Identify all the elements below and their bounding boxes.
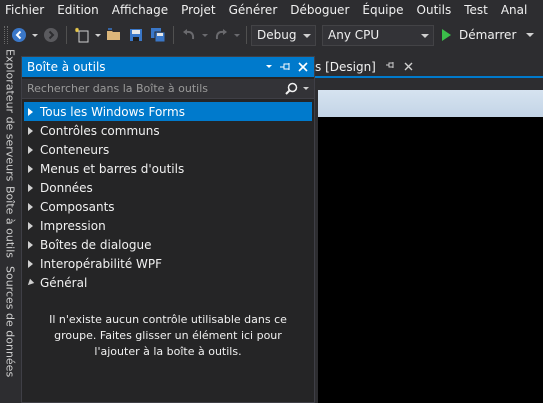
form-title-bar[interactable] (318, 90, 543, 117)
toolbox-category[interactable]: Conteneurs (22, 140, 314, 159)
expand-arrow-icon[interactable] (28, 240, 33, 249)
toolbox-category[interactable]: Général (22, 273, 314, 292)
menu-bar: Fichier Edition Affichage Projet Générer… (0, 0, 543, 21)
category-label: Interopérabilité WPF (40, 256, 163, 271)
category-label: Menus et barres d'outils (40, 161, 185, 176)
search-icon[interactable] (285, 82, 298, 98)
side-tab-data-sources[interactable]: Sources de données (0, 266, 20, 378)
category-label: Boîtes de dialogue (40, 237, 152, 252)
collapse-arrow-icon[interactable] (25, 278, 35, 287)
new-project-icon[interactable] (72, 25, 92, 45)
expand-arrow-icon[interactable] (28, 164, 33, 173)
toolbox-category[interactable]: Données (22, 178, 314, 197)
category-label: Général (40, 275, 88, 290)
toolbox-title: Boîte à outils (27, 60, 106, 74)
side-tab-toolbox[interactable]: Boîte à outils (0, 183, 20, 261)
toolbox-title-bar[interactable]: Boîte à outils (22, 57, 314, 77)
form-designer-surface[interactable] (318, 117, 543, 403)
close-icon[interactable] (296, 60, 310, 74)
document-area: s [Design] (315, 49, 543, 403)
window-position-icon[interactable] (262, 60, 276, 74)
toolbar-separator (66, 26, 67, 44)
toolbox-category-list: Tous les Windows Forms Contrôles communs… (22, 102, 314, 360)
save-all-icon[interactable] (148, 25, 168, 45)
menu-analyser[interactable]: Anal (496, 0, 536, 21)
toolbox-panel: Boîte à outils Tous les Windows Forms Co… (21, 56, 315, 403)
menu-outils[interactable]: Outils (412, 0, 460, 21)
start-label: Démarrer (459, 28, 517, 42)
close-icon[interactable] (404, 60, 413, 74)
document-tab-label: s [Design] (315, 59, 376, 74)
toolbox-category[interactable]: Interopérabilité WPF (22, 254, 314, 273)
save-icon[interactable] (126, 25, 146, 45)
menu-test[interactable]: Test (459, 0, 496, 21)
forward-icon[interactable] (41, 25, 61, 45)
menu-generer[interactable]: Générer (224, 0, 286, 21)
pin-icon[interactable] (385, 61, 396, 72)
back-icon[interactable] (9, 25, 29, 45)
platform-select[interactable]: Any CPU (322, 24, 434, 46)
platform-value: Any CPU (328, 28, 380, 42)
category-label: Tous les Windows Forms (40, 104, 185, 119)
toolbox-category[interactable]: Menus et barres d'outils (22, 159, 314, 178)
open-folder-icon[interactable] (104, 25, 124, 45)
toolbox-search-input[interactable] (27, 82, 277, 95)
chevron-down-icon (421, 33, 429, 38)
document-tab-accent (315, 76, 543, 78)
toolbox-category[interactable]: Composants (22, 197, 314, 216)
search-options-dropdown-icon[interactable] (303, 87, 309, 90)
side-tab-server-explorer[interactable]: Explorateur de serveurs (0, 49, 20, 181)
expand-arrow-icon[interactable] (28, 107, 33, 116)
chevron-down-icon (303, 33, 311, 38)
category-label: Impression (40, 218, 106, 233)
toolbox-search (22, 79, 314, 99)
menu-projet[interactable]: Projet (176, 0, 223, 21)
redo-dropdown-icon[interactable] (233, 25, 241, 45)
category-label: Conteneurs (40, 142, 110, 157)
menu-equipe[interactable]: Équipe (357, 0, 411, 21)
expand-arrow-icon[interactable] (28, 259, 33, 268)
toolbox-category[interactable]: Boîtes de dialogue (22, 235, 314, 254)
expand-arrow-icon[interactable] (28, 202, 33, 211)
side-tab-label: Boîte à outils (3, 185, 17, 258)
chevron-down-icon[interactable] (526, 33, 535, 37)
empty-group-message: Il n'existe aucun contrôle utilisable da… (49, 313, 287, 358)
category-label: Données (40, 180, 93, 195)
start-icon (442, 29, 451, 41)
category-label: Composants (40, 199, 115, 214)
toolbox-category[interactable]: Impression (22, 216, 314, 235)
category-label: Contrôles communs (40, 123, 160, 138)
pin-icon[interactable] (279, 60, 293, 74)
back-dropdown-icon[interactable] (31, 25, 39, 45)
toolbar-separator (173, 26, 174, 44)
toolbar-grip[interactable] (4, 26, 8, 44)
expand-arrow-icon[interactable] (28, 221, 33, 230)
undo-dropdown-icon[interactable] (201, 25, 209, 45)
toolbox-category[interactable]: Contrôles communs (22, 121, 314, 140)
menu-deboguer[interactable]: Déboguer (285, 0, 357, 21)
redo-icon[interactable] (211, 25, 231, 45)
side-tab-label: Explorateur de serveurs (3, 48, 17, 182)
document-tab[interactable]: s [Design] (315, 57, 415, 76)
menu-affichage[interactable]: Affichage (107, 0, 176, 21)
standard-toolbar: Debug Any CPU Démarrer (0, 21, 543, 49)
menu-edition[interactable]: Edition (52, 0, 107, 21)
start-button[interactable]: Démarrer (442, 28, 535, 42)
expand-arrow-icon[interactable] (28, 126, 33, 135)
toolbox-category[interactable]: Tous les Windows Forms (24, 102, 312, 121)
new-project-dropdown-icon[interactable] (94, 25, 102, 45)
undo-icon[interactable] (179, 25, 199, 45)
expand-arrow-icon[interactable] (28, 183, 33, 192)
expand-arrow-icon[interactable] (28, 145, 33, 154)
toolbar-separator (246, 26, 247, 44)
configuration-select[interactable]: Debug (251, 24, 316, 46)
side-tool-strip: Explorateur de serveurs Boîte à outils S… (0, 49, 20, 403)
side-tab-label: Sources de données (3, 266, 17, 378)
menu-fichier[interactable]: Fichier (0, 0, 52, 21)
configuration-value: Debug (257, 28, 297, 42)
